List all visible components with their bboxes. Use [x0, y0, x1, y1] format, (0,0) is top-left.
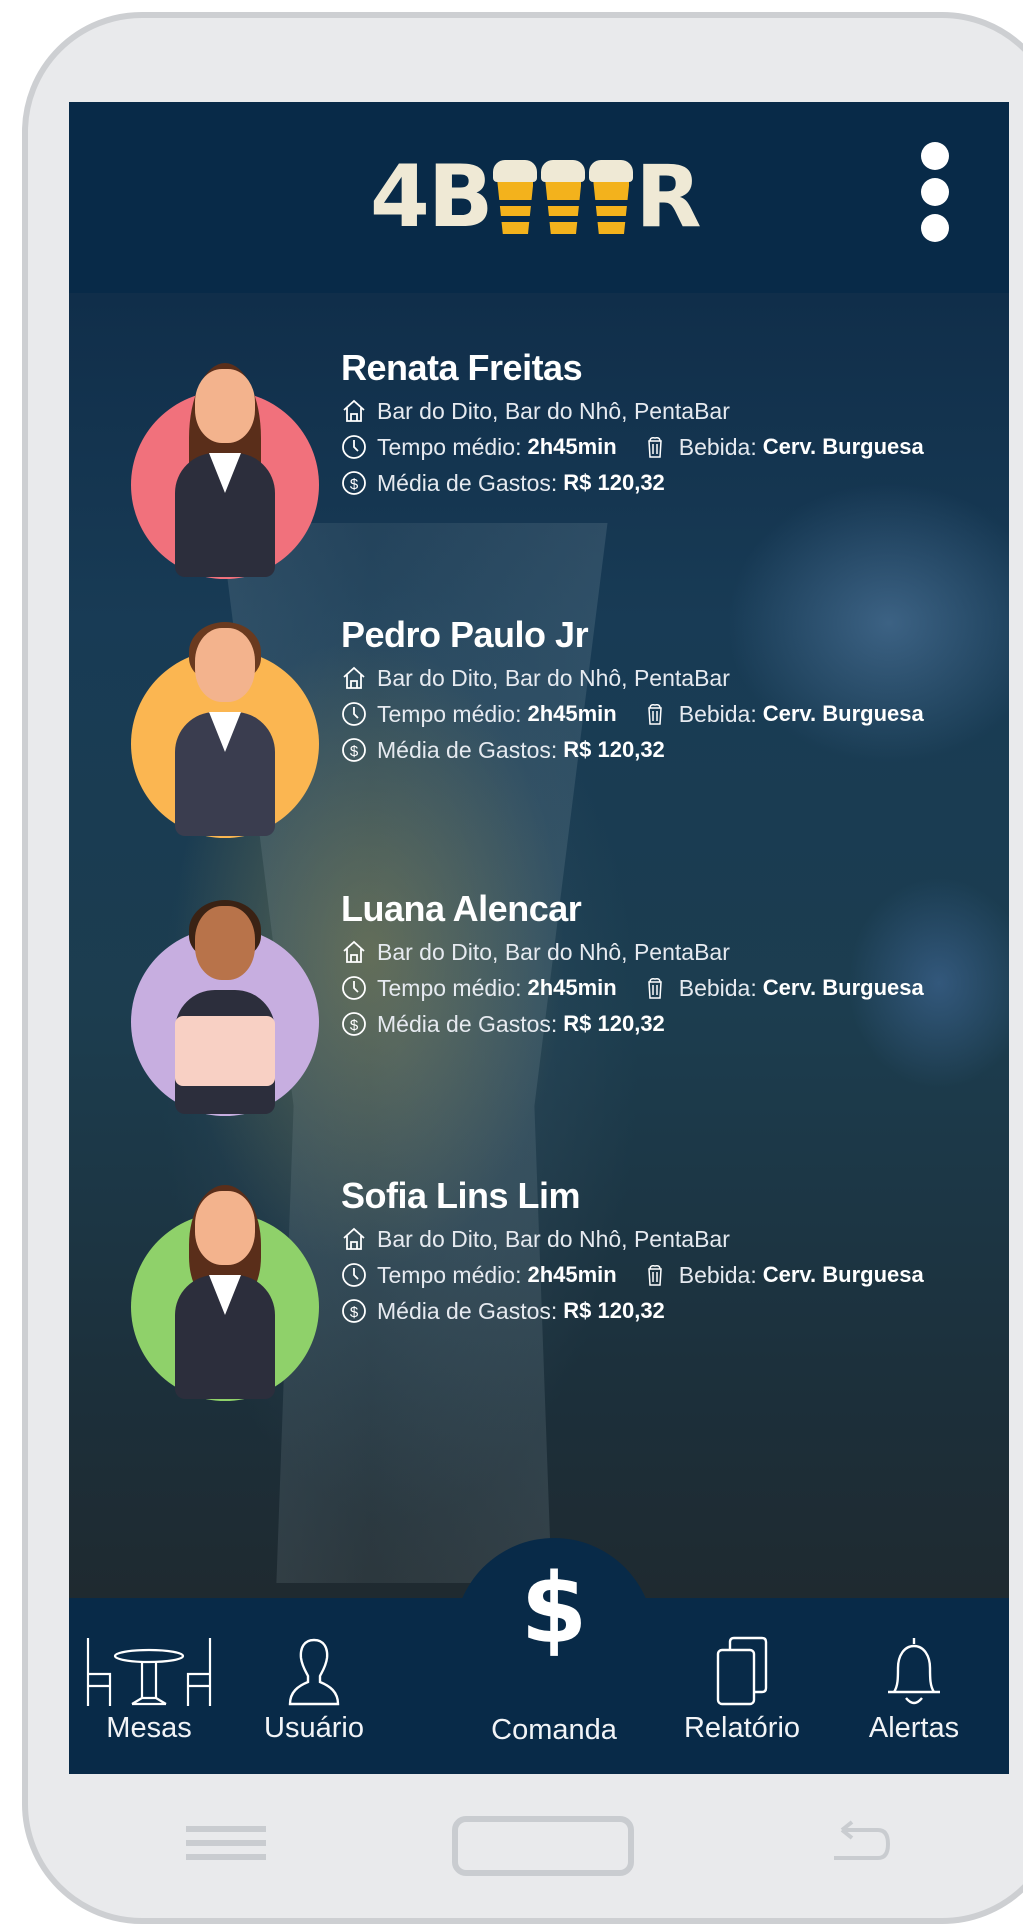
dollar-icon: $ — [341, 1298, 367, 1324]
tempo-label: Tempo médio: — [377, 700, 522, 727]
svg-text:$: $ — [350, 476, 359, 493]
gastos-value: R$ 120,32 — [563, 737, 665, 762]
bebida-label: Bebida: — [678, 700, 757, 727]
beer-icon — [643, 434, 669, 460]
user-bars: Bar do Dito, Bar do Nhô, PentaBar — [377, 1225, 730, 1252]
tempo-label: Tempo médio: — [377, 1261, 522, 1288]
user-name: Luana Alencar — [341, 888, 582, 929]
user-bars: Bar do Dito, Bar do Nhô, PentaBar — [377, 664, 730, 691]
user-info: Sofia Lins Lim Bar do Dito, Bar do Nhô, … — [341, 1175, 924, 1329]
logo-suffix: R — [635, 147, 701, 247]
tempo-label: Tempo médio: — [377, 974, 522, 1001]
beer-icon — [643, 701, 669, 727]
app-screen: 4B R Renata Freitas Bar do Dito, Bar do … — [69, 102, 1009, 1774]
dollar-icon: $ — [341, 737, 367, 763]
app-logo: 4B R — [370, 147, 702, 247]
person-icon — [165, 1185, 285, 1401]
svg-text:$: $ — [350, 743, 359, 760]
nav-item-mesas[interactable]: Mesas — [69, 1632, 229, 1745]
nav-label-relatorio: Relatório — [683, 1712, 801, 1744]
user-card[interactable]: Sofia Lins Lim Bar do Dito, Bar do Nhô, … — [69, 1145, 1009, 1401]
tempo-value: 2h45min — [527, 975, 617, 1000]
tempo-value: 2h45min — [527, 701, 617, 726]
bebida-label: Bebida: — [678, 433, 757, 460]
svg-text:$: $ — [350, 1017, 359, 1034]
user-info: Pedro Paulo Jr Bar do Dito, Bar do Nhô, … — [341, 614, 924, 768]
dollar-icon: $ — [341, 1011, 367, 1037]
beer-icon — [643, 1262, 669, 1288]
nav-label-comanda: Comanda — [491, 1714, 617, 1746]
home-icon — [341, 939, 367, 965]
bebida-label: Bebida: — [678, 1261, 757, 1288]
home-softkey-icon[interactable] — [452, 1816, 634, 1876]
tempo-label: Tempo médio: — [377, 433, 522, 460]
home-icon — [341, 1226, 367, 1252]
clock-icon — [341, 1262, 367, 1288]
copy-icon — [662, 1632, 822, 1712]
user-name: Renata Freitas — [341, 347, 583, 388]
user-info: Renata Freitas Bar do Dito, Bar do Nhô, … — [341, 347, 924, 501]
bebida-value: Cerv. Burguesa — [762, 1262, 924, 1287]
bell-icon — [834, 1632, 994, 1712]
gastos-value: R$ 120,32 — [563, 1298, 665, 1323]
gastos-label: Média de Gastos: — [377, 469, 558, 496]
avatar — [131, 1185, 319, 1401]
person-icon — [165, 363, 285, 579]
person-icon — [165, 900, 285, 1116]
gastos-label: Média de Gastos: — [377, 736, 558, 763]
home-icon — [341, 398, 367, 424]
user-info: Luana Alencar Bar do Dito, Bar do Nhô, P… — [341, 888, 924, 1042]
user-name: Sofia Lins Lim — [341, 1175, 581, 1216]
nav-label-usuario: Usuário — [264, 1712, 364, 1744]
logo-prefix: 4B — [370, 147, 493, 247]
avatar — [131, 363, 319, 579]
logo-beer-glasses-icon — [493, 160, 634, 234]
clock-icon — [341, 975, 367, 1001]
back-softkey-icon[interactable] — [828, 1820, 892, 1868]
table-icon — [69, 1632, 229, 1712]
clock-icon — [341, 701, 367, 727]
app-header: 4B R — [69, 102, 1009, 293]
avatar — [131, 900, 319, 1116]
nav-item-alertas[interactable]: Alertas — [834, 1632, 994, 1745]
gastos-label: Média de Gastos: — [377, 1010, 558, 1037]
dollar-icon: $ — [341, 470, 367, 496]
nav-item-relatorio[interactable]: Relatório — [662, 1632, 822, 1745]
bebida-value: Cerv. Burguesa — [762, 975, 924, 1000]
nav-item-usuario[interactable]: Usuário — [234, 1632, 394, 1745]
bebida-label: Bebida: — [678, 974, 757, 1001]
user-icon — [234, 1632, 394, 1712]
svg-text:$: $ — [350, 1304, 359, 1321]
gastos-value: R$ 120,32 — [563, 470, 665, 495]
person-icon — [165, 622, 285, 838]
menu-softkey-icon[interactable] — [186, 1823, 266, 1863]
bebida-value: Cerv. Burguesa — [762, 434, 924, 459]
more-vertical-icon[interactable] — [921, 142, 951, 242]
nav-label-alertas: Alertas — [868, 1712, 960, 1744]
nav-label-mesas: Mesas — [106, 1712, 192, 1744]
user-bars: Bar do Dito, Bar do Nhô, PentaBar — [377, 397, 730, 424]
user-card[interactable]: Luana Alencar Bar do Dito, Bar do Nhô, P… — [69, 858, 1009, 1116]
beer-icon — [643, 975, 669, 1001]
home-icon — [341, 665, 367, 691]
tempo-value: 2h45min — [527, 1262, 617, 1287]
bebida-value: Cerv. Burguesa — [762, 701, 924, 726]
user-bars: Bar do Dito, Bar do Nhô, PentaBar — [377, 938, 730, 965]
user-card[interactable]: Pedro Paulo Jr Bar do Dito, Bar do Nhô, … — [69, 584, 1009, 838]
avatar — [131, 622, 319, 838]
user-card[interactable]: Renata Freitas Bar do Dito, Bar do Nhô, … — [69, 317, 1009, 579]
tempo-value: 2h45min — [527, 434, 617, 459]
gastos-label: Média de Gastos: — [377, 1297, 558, 1324]
user-name: Pedro Paulo Jr — [341, 614, 589, 655]
nav-item-comanda[interactable]: Comanda — [454, 1632, 654, 1747]
gastos-value: R$ 120,32 — [563, 1011, 665, 1036]
clock-icon — [341, 434, 367, 460]
